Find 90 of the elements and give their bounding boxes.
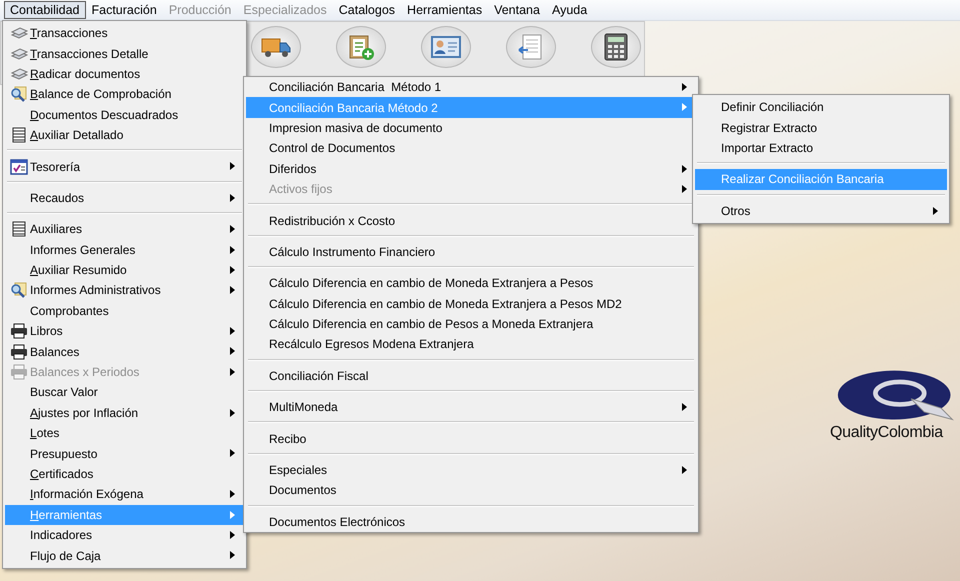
menu-item[interactable]: Recálculo Egresos Modena Extranjera bbox=[246, 334, 696, 355]
toolbar-button[interactable] bbox=[251, 26, 301, 68]
menu-item[interactable]: Transacciones Detalle bbox=[5, 43, 244, 64]
menu-item[interactable]: Definir Conciliación bbox=[695, 97, 947, 118]
document-arrow-icon bbox=[518, 33, 544, 61]
menu-item[interactable]: Documentos Descuadrados bbox=[5, 104, 244, 125]
menu-bar-item[interactable]: Herramientas bbox=[401, 1, 488, 19]
menu-bar-item[interactable]: Contabilidad bbox=[4, 1, 86, 19]
menu-item[interactable]: Presupuesto bbox=[5, 443, 244, 464]
menu-bar-item[interactable]: Ventana bbox=[488, 1, 546, 19]
menu-item[interactable]: Auxiliar Detallado bbox=[5, 124, 244, 146]
printer-icon bbox=[10, 323, 28, 340]
menu-item[interactable]: Buscar Valor bbox=[5, 382, 244, 403]
printer-icon bbox=[10, 344, 28, 360]
submenu-arrow-icon bbox=[230, 246, 235, 254]
menu-bar-item[interactable]: Catalogos bbox=[332, 1, 402, 19]
toolbar-button[interactable] bbox=[591, 26, 641, 68]
menu-item[interactable]: Cálculo Diferencia en cambio de Moneda Extranjera a Pesos bbox=[246, 273, 696, 294]
submenu-arrow-icon bbox=[230, 490, 235, 498]
menu-item[interactable]: Impresion masiva de documento bbox=[246, 118, 696, 138]
id-card-icon bbox=[431, 35, 461, 59]
submenu-arrow-icon bbox=[230, 225, 235, 234]
submenu-arrow-icon bbox=[682, 184, 687, 193]
submenu-arrow-icon bbox=[933, 206, 938, 215]
menu-item[interactable]: Informes Generales bbox=[5, 240, 244, 260]
menu-item[interactable]: Conciliación Fiscal bbox=[246, 366, 696, 386]
menu-item[interactable]: Auxiliar Resumido bbox=[5, 260, 244, 280]
menu-item[interactable]: Documentos bbox=[246, 480, 696, 501]
notebook-icon bbox=[11, 127, 27, 144]
toolbar-button[interactable] bbox=[336, 26, 386, 68]
submenu-arrow-icon bbox=[230, 266, 235, 274]
printer-icon bbox=[10, 364, 28, 380]
menu-item[interactable]: Diferidos bbox=[246, 158, 696, 179]
submenu-arrow-icon bbox=[230, 286, 235, 294]
submenu-arrow-icon bbox=[230, 551, 235, 560]
menu-item[interactable]: Radicar documentos bbox=[5, 64, 244, 84]
menu-item[interactable]: Importar Extracto bbox=[695, 138, 947, 158]
calculator-icon bbox=[604, 33, 628, 61]
papers-icon bbox=[10, 46, 28, 61]
clipboard-plus-icon bbox=[347, 33, 375, 61]
magnifier-icon bbox=[10, 86, 28, 102]
menu-bar-item[interactable]: Ayuda bbox=[546, 1, 594, 19]
submenu-arrow-icon bbox=[682, 164, 687, 173]
menu-bar-item[interactable]: Facturación bbox=[86, 1, 163, 19]
menu-item[interactable]: Balance de Comprobación bbox=[5, 84, 244, 105]
menu-item[interactable]: Recibo bbox=[246, 428, 696, 449]
submenu-arrow-icon bbox=[682, 83, 687, 91]
logo-text: QualityColombia bbox=[830, 424, 943, 442]
menu-item[interactable]: Ajustes por Inflación bbox=[5, 402, 244, 424]
menu-item[interactable]: Redistribución x Ccosto bbox=[246, 210, 696, 231]
menu-item[interactable]: Tesorería bbox=[5, 156, 244, 177]
submenu-arrow-icon bbox=[682, 466, 687, 474]
menu-item[interactable]: Flujo de Caja bbox=[5, 545, 244, 566]
menu-item[interactable]: Cálculo Diferencia en cambio de Moneda Extranjera a Pesos MD2 bbox=[246, 294, 696, 314]
checklist-icon bbox=[10, 158, 28, 175]
submenu-arrow-icon bbox=[682, 403, 687, 412]
menu-item[interactable]: Libros bbox=[5, 321, 244, 342]
menu-item[interactable]: Auxiliares bbox=[5, 219, 244, 240]
menu-item[interactable]: Documentos Electrónicos bbox=[246, 512, 696, 532]
menu-item[interactable]: Recaudos bbox=[5, 188, 244, 208]
papers-icon bbox=[10, 26, 28, 40]
menu-item[interactable]: Otros bbox=[695, 200, 947, 221]
menu-item[interactable]: Control de Documentos bbox=[246, 138, 696, 159]
menu-item[interactable]: Cálculo Diferencia en cambio de Pesos a Moneda Extranjera bbox=[246, 314, 696, 334]
menu-item[interactable]: Comprobantes bbox=[5, 300, 244, 322]
menu-item[interactable]: Indicadores bbox=[5, 524, 244, 546]
menu-item[interactable]: Cálculo Instrumento Financiero bbox=[246, 242, 696, 262]
submenu-arrow-icon bbox=[230, 327, 235, 336]
menu-item[interactable]: Conciliación Bancaria Método 1 bbox=[246, 77, 696, 98]
submenu-arrow-icon bbox=[230, 510, 235, 519]
papers-icon bbox=[10, 66, 28, 81]
menu-item[interactable]: Lotes bbox=[5, 423, 244, 444]
submenu-arrow-icon bbox=[230, 368, 235, 376]
submenu-arrow-icon bbox=[682, 103, 687, 112]
submenu-arrow-icon bbox=[230, 347, 235, 356]
menu-item[interactable]: Registrar Extracto bbox=[695, 117, 947, 138]
menu-item[interactable]: Transacciones bbox=[5, 23, 244, 44]
menu-item[interactable]: Información Exógena bbox=[5, 484, 244, 505]
submenu-arrow-icon bbox=[230, 449, 235, 458]
menu-item[interactable]: Certificados bbox=[5, 464, 244, 484]
submenu-arrow-icon bbox=[230, 530, 235, 539]
menu-item[interactable]: Especiales bbox=[246, 460, 696, 480]
submenu-arrow-icon bbox=[230, 162, 235, 170]
notebook-icon bbox=[11, 221, 27, 238]
menu-item[interactable]: Balances bbox=[5, 341, 244, 362]
submenu-arrow-icon bbox=[230, 408, 235, 417]
menu-item[interactable]: Informes Administrativos bbox=[5, 280, 244, 301]
menu-item[interactable]: MultiMoneda bbox=[246, 397, 696, 418]
submenu-arrow-icon bbox=[230, 194, 235, 202]
magnifier-icon bbox=[10, 282, 28, 298]
